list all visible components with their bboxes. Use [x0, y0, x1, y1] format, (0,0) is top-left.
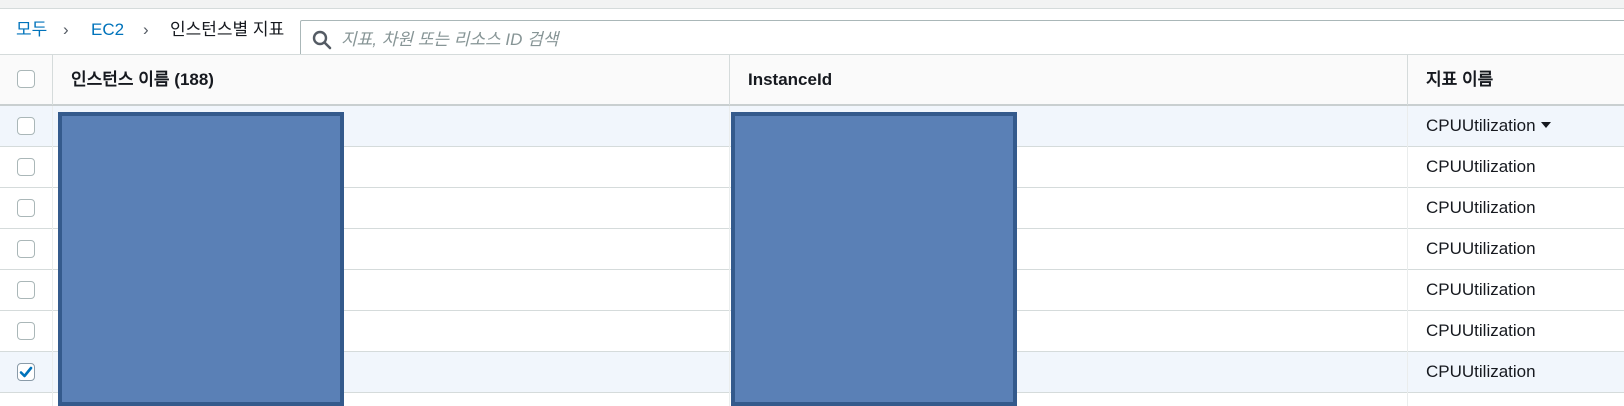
column-header-instance-id[interactable]: InstanceId	[748, 55, 832, 105]
breadcrumb-current: 인스턴스별 지표	[170, 20, 285, 39]
metric-name: CPUUtilization	[1426, 321, 1536, 340]
metric-name: CPUUtilization	[1426, 198, 1536, 217]
search-box	[300, 20, 1624, 59]
metric-name: CPUUtilization	[1426, 280, 1536, 299]
row-checkbox[interactable]	[17, 199, 35, 217]
row-checkbox[interactable]	[17, 281, 35, 299]
metric-name-cell[interactable]: CPUUtilization	[1426, 116, 1551, 136]
row-checkbox[interactable]	[17, 158, 35, 176]
redacted-instance-names	[58, 112, 344, 406]
column-divider	[729, 55, 730, 105]
select-all-checkbox[interactable]	[17, 70, 35, 88]
breadcrumb: 모두 › EC2 › 인스턴스별 지표	[0, 9, 1624, 59]
metric-name: CPUUtilization	[1426, 116, 1536, 135]
column-divider	[729, 106, 730, 406]
caret-down-icon[interactable]	[1540, 122, 1551, 128]
column-divider	[52, 55, 53, 105]
redacted-instance-ids	[731, 112, 1017, 406]
row-checkbox[interactable]	[17, 117, 35, 135]
breadcrumb-all[interactable]: 모두	[16, 19, 47, 41]
metric-name: CPUUtilization	[1426, 362, 1536, 381]
checkmark-icon	[19, 366, 33, 378]
row-checkbox[interactable]	[17, 322, 35, 340]
column-divider	[1407, 55, 1408, 105]
column-header-instance-name[interactable]: 인스턴스 이름 (188)	[71, 55, 214, 105]
metric-name: CPUUtilization	[1426, 239, 1536, 258]
metric-name: CPUUtilization	[1426, 157, 1536, 176]
top-border	[0, 0, 1624, 9]
breadcrumb-ec2[interactable]: EC2	[91, 19, 124, 41]
row-checkbox[interactable]	[17, 363, 35, 381]
column-header-metric-name[interactable]: 지표 이름	[1426, 55, 1493, 105]
column-divider	[52, 106, 53, 406]
table-header: 인스턴스 이름 (188) InstanceId 지표 이름	[0, 54, 1624, 106]
column-divider	[1407, 106, 1408, 406]
breadcrumb-separator: ›	[143, 20, 149, 39]
row-checkbox[interactable]	[17, 240, 35, 258]
breadcrumb-separator: ›	[63, 20, 69, 39]
search-icon	[312, 30, 332, 50]
